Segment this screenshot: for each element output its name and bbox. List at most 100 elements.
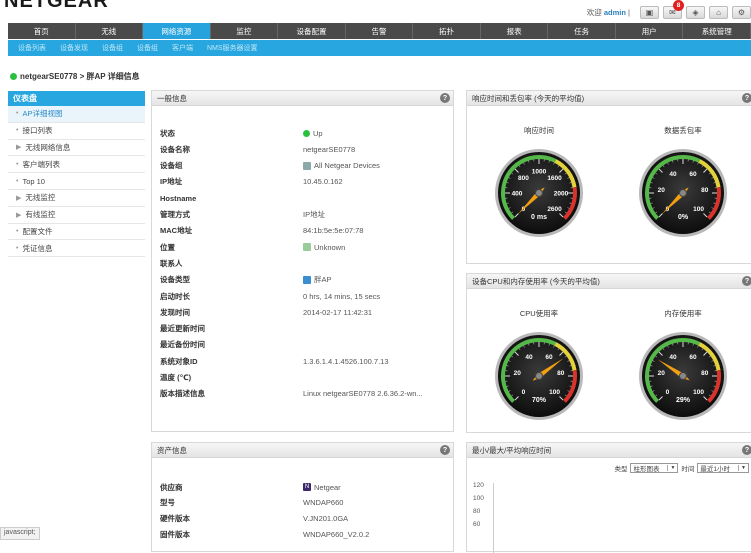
gauge-tick-label: 80	[701, 370, 709, 377]
gauge-value: 29%	[676, 397, 691, 404]
bullet-icon: •	[16, 178, 18, 185]
mail-badge: 8	[673, 0, 684, 11]
username-link[interactable]: admin	[604, 8, 626, 17]
help-icon[interactable]: ?	[440, 445, 450, 455]
gauge-tick-label: 80	[701, 187, 709, 194]
help-icon[interactable]: ?	[440, 93, 450, 103]
gauge-tick-label: 1600	[547, 175, 562, 182]
access-point-icon	[303, 276, 311, 284]
gauge-hub	[536, 190, 543, 197]
sub-nav-item[interactable]: 设备组	[102, 43, 123, 53]
sidebar-item[interactable]: •AP详细视图	[8, 106, 145, 123]
info-key: 温度 (℃)	[160, 372, 303, 383]
sidebar-item-label: 凭证信息	[22, 243, 52, 254]
general-info-header: 一般信息 ?	[152, 91, 453, 106]
sidebar-item[interactable]: •接口列表	[8, 123, 145, 140]
info-row: 温度 (℃)	[160, 370, 440, 386]
info-row: 系统对象ID1.3.6.1.4.1.4526.100.7.13	[160, 353, 440, 369]
gauge-tick-label: 1000	[532, 169, 547, 176]
main-nav-item[interactable]: 无线	[76, 23, 144, 39]
welcome-text: 欢迎 admin |	[587, 7, 630, 18]
loss-gauge-label: 数据丢包率	[623, 125, 743, 136]
monitor-icon[interactable]: ▣	[640, 6, 659, 19]
info-key: IP地址	[160, 176, 303, 187]
info-value: IP地址	[303, 209, 325, 220]
sub-nav-item[interactable]: 设备列表	[18, 43, 46, 53]
location-icon	[303, 243, 311, 251]
sidebar-item[interactable]: •Top 10	[8, 173, 145, 190]
y-tick-label: 80	[473, 508, 480, 515]
shield-icon[interactable]: ◈	[686, 6, 705, 19]
main-nav-item[interactable]: 系统管理	[683, 23, 751, 39]
chart-type-select[interactable]: 柱形图表▼	[630, 463, 678, 473]
sidebar-item-label: 客户端列表	[22, 159, 60, 170]
info-value: Unknown	[303, 243, 345, 252]
gear-icon[interactable]: ⚙	[732, 6, 751, 19]
help-icon[interactable]: ?	[742, 93, 751, 103]
expand-arrow-icon: ▶	[16, 143, 21, 151]
main-nav-item[interactable]: 网络资源	[143, 23, 211, 39]
info-row: 启动时长0 hrs, 14 mins, 15 secs	[160, 288, 440, 304]
sidebar-item[interactable]: •配置文件	[8, 224, 145, 241]
mail-icon[interactable]: ✉8	[663, 6, 682, 19]
sub-nav-item[interactable]: NMS服务器设置	[207, 43, 258, 53]
info-value: 1.3.6.1.4.1.4526.100.7.13	[303, 357, 389, 366]
gauge-hub	[536, 373, 543, 380]
info-row: 硬件版本V.JN201.0GA	[160, 510, 440, 526]
info-value: NNetgear	[303, 483, 341, 492]
main-nav-item[interactable]: 任务	[548, 23, 616, 39]
sidebar-item[interactable]: ▶有线监控	[8, 207, 145, 224]
info-key: 固件版本	[160, 529, 303, 540]
sidebar-item[interactable]: •客户端列表	[8, 156, 145, 173]
help-icon[interactable]: ?	[742, 445, 751, 455]
info-key: 最近更新时间	[160, 323, 303, 334]
gauge-value: 0%	[678, 214, 689, 221]
info-key: 状态	[160, 128, 303, 139]
info-key: 设备类型	[160, 274, 303, 285]
bullet-icon: •	[16, 127, 18, 134]
memory-gauge-label: 内存使用率	[623, 308, 743, 319]
gauge-value: 0 ms	[531, 214, 547, 221]
gauge-tick-label: 800	[518, 175, 529, 182]
breadcrumb-text: netgearSE0778 > 胖AP 详细信息	[20, 71, 140, 82]
info-key: 启动时长	[160, 291, 303, 302]
sub-nav-item[interactable]: 设备发现	[60, 43, 88, 53]
help-icon[interactable]: ?	[742, 276, 751, 286]
main-nav-item[interactable]: 拓扑	[413, 23, 481, 39]
main-nav-item[interactable]: 设备配置	[278, 23, 346, 39]
sub-nav-item[interactable]: 设备组	[137, 43, 158, 53]
gauge-hub	[680, 373, 687, 380]
gauge-tick-label: 100	[693, 389, 704, 396]
netgear-vendor-icon: N	[303, 483, 311, 491]
cpu-usage-gauge: 02040608010070%	[493, 330, 585, 422]
gauge-tick-label: 40	[525, 354, 533, 361]
main-nav-item[interactable]: 首页	[8, 23, 76, 39]
sidebar-item[interactable]: ▶无线网络信息	[8, 140, 145, 157]
time-range-select[interactable]: 最近1小时▼	[697, 463, 749, 473]
gauge-tick-label: 60	[545, 354, 553, 361]
main-nav-item[interactable]: 监控	[211, 23, 279, 39]
info-value: All Netgear Devices	[303, 161, 380, 170]
expand-arrow-icon: ▶	[16, 194, 21, 202]
type-label: 类型	[614, 463, 627, 473]
main-nav-item[interactable]: 告警	[346, 23, 414, 39]
info-value: WNDAP660_V2.0.2	[303, 530, 369, 539]
sidebar-item-label: 配置文件	[22, 226, 52, 237]
home-icon[interactable]: ⌂	[709, 6, 728, 19]
device-group-icon	[303, 162, 311, 170]
info-row: 管理方式IP地址	[160, 207, 440, 223]
sub-nav-item[interactable]: 客户端	[172, 43, 193, 53]
info-value: WNDAP660	[303, 498, 343, 507]
main-nav-item[interactable]: 报表	[481, 23, 549, 39]
info-key: 型号	[160, 497, 303, 508]
sidebar-item[interactable]: •凭证信息	[8, 240, 145, 257]
info-row: MAC地址84:1b:5e:5e:07:78	[160, 223, 440, 239]
y-tick-label: 120	[473, 482, 484, 489]
sidebar-title[interactable]: 仪表盘	[8, 91, 145, 106]
main-nav-item[interactable]: 用户	[616, 23, 684, 39]
sidebar-item[interactable]: ▶无线监控	[8, 190, 145, 207]
gauge-tick-label: 400	[512, 191, 523, 198]
info-value: V.JN201.0GA	[303, 514, 348, 523]
info-key: 管理方式	[160, 209, 303, 220]
netgear-logo[interactable]: NETGEAR	[4, 0, 109, 13]
